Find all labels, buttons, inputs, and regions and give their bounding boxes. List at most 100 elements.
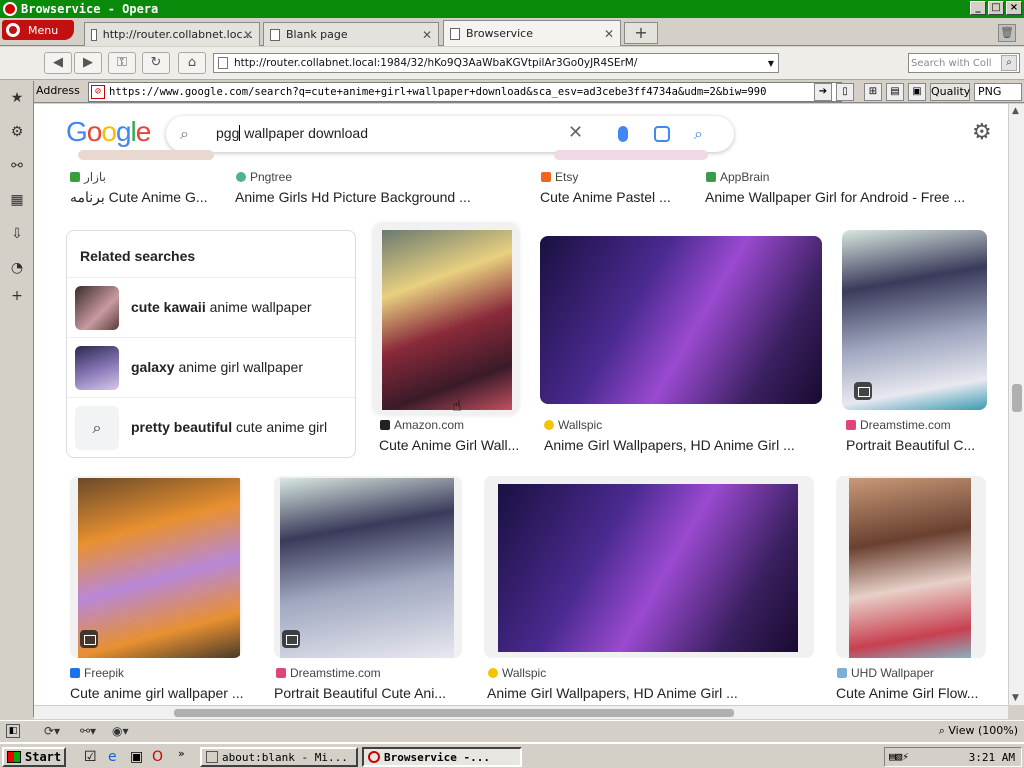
result-caption[interactable]: Anime Girl Wallpapers, HD Anime Girl ... [544,437,824,453]
result-image-card[interactable] [484,476,814,658]
close-window-button[interactable]: × [1006,1,1022,15]
microphone-icon[interactable] [618,126,628,142]
task-about-blank[interactable]: about:blank - Mi... [200,747,358,767]
panel-toggle-icon[interactable]: ◧ [6,724,20,738]
result-image-card[interactable] [70,476,242,658]
result-source[interactable]: Freepik [70,666,124,680]
result-caption[interactable]: Portrait Beautiful Cute Ani... [274,685,456,701]
result-source[interactable]: Wallspic [544,418,602,432]
maximize-button[interactable]: □ [988,1,1004,15]
home-button[interactable]: ⌂ [178,52,206,74]
opera-icon [3,2,17,16]
result-image[interactable] [540,236,822,404]
wand-key-icon[interactable]: ⚿ [108,52,136,74]
result-image-card[interactable] [374,224,518,414]
url-field[interactable]: http://router.collabnet.local:1984/32/hK… [213,53,779,73]
result-source[interactable]: بازار [70,170,106,184]
unite-status-icon[interactable]: ⚯▾ [80,724,96,738]
internet-explorer-icon[interactable]: e [108,749,117,765]
result-image[interactable] [842,230,987,410]
result-caption[interactable]: Portrait Beautiful C... [846,437,986,453]
opera-menu-button[interactable]: Menu [2,20,74,40]
vertical-scroll-thumb[interactable] [1012,384,1022,412]
start-button[interactable]: Start [2,747,66,767]
scroll-down-icon[interactable]: ▼ [1012,693,1019,703]
address-input[interactable]: ⊘ https://www.google.com/search?q=cute+a… [88,82,842,102]
result-caption[interactable]: Anime Wallpaper Girl for Android - Free … [705,189,995,205]
unite-panel-icon[interactable]: ⚯ [8,157,26,175]
quicklaunch-more-icon[interactable]: » [178,747,185,760]
reload-button[interactable]: ↻ [142,52,170,74]
horizontal-scrollbar[interactable] [34,705,1008,719]
result-image-card[interactable] [836,476,986,658]
go-arrow-icon[interactable]: ➔ [814,83,832,101]
quicklaunch-app-icon[interactable]: ▣ [130,749,143,765]
close-tab-icon[interactable]: ✕ [604,27,614,41]
add-panel-icon[interactable]: + [8,287,26,305]
vertical-scrollbar[interactable]: ▲ ▼ [1008,104,1024,705]
search-icon[interactable]: ⌕ [1001,55,1017,71]
result-source[interactable]: AppBrain [706,170,769,184]
result-source[interactable]: Wallspic [488,666,546,680]
bookmarks-panel-icon[interactable]: ★ [8,89,26,107]
related-search-rest: anime wallpaper [205,299,312,315]
result-caption[interactable]: Anime Girls Hd Picture Background ... [235,189,525,205]
find-icon[interactable]: ⊞ [864,83,882,101]
images-toggle-icon[interactable]: ◉▾ [112,724,129,738]
related-search-item[interactable]: galaxy anime girl wallpaper [67,337,355,397]
notes-panel-icon[interactable]: ▦ [8,191,26,209]
tab-blank-page[interactable]: Blank page ✕ [263,22,439,46]
clear-search-icon[interactable]: ✕ [568,122,583,143]
clock[interactable]: 3:21 AM [969,751,1015,764]
google-search-box[interactable]: ⌕ pgg wallpaper download ✕ ⌕ [166,116,734,152]
search-query[interactable]: pgg wallpaper download [216,125,368,141]
search-field[interactable]: Search with Coll ⌕ [908,53,1020,73]
result-source[interactable]: Pngtree [236,170,292,184]
result-caption[interactable]: Anime Girl Wallpapers, HD Anime Girl ... [487,685,767,701]
horizontal-scroll-thumb[interactable] [174,709,734,717]
result-image-card[interactable] [274,476,462,658]
history-panel-icon[interactable]: ◔ [8,259,26,277]
zoom-indicator[interactable]: ⌕ View (100%) [939,724,1018,738]
format-select[interactable]: PNG [974,83,1022,101]
clipboard-icon[interactable]: ▤ [886,83,904,101]
turbo-icon[interactable]: ⟳▾ [44,724,60,738]
back-button[interactable]: ◀ [44,52,72,74]
result-source[interactable]: Dreamstime.com [846,418,951,432]
result-caption[interactable]: برنامه Cute Anime G... [70,189,242,206]
google-lens-icon[interactable] [654,126,670,142]
widgets-panel-icon[interactable]: ⚙ [8,123,26,141]
result-source[interactable]: UHD Wallpaper [837,666,934,680]
tab-router[interactable]: http://router.collabnet.loc... ✕ [84,22,260,46]
search-submit-icon[interactable]: ⌕ [694,124,703,144]
downloads-panel-icon[interactable]: ⇩ [8,225,26,243]
result-source[interactable]: Dreamstime.com [276,666,381,680]
trash-icon[interactable]: 🗑 [998,24,1016,42]
related-search-item[interactable]: ⌕ pretty beautiful cute anime girl [67,397,355,457]
forward-button[interactable]: ▶ [74,52,102,74]
close-tab-icon[interactable]: ✕ [422,28,432,42]
bookmark-icon[interactable]: ▯ [836,83,854,101]
result-caption[interactable]: Cute Anime Girl Wall... [379,437,521,453]
opera-quicklaunch-icon[interactable]: O [152,749,163,765]
scroll-up-icon[interactable]: ▲ [1012,106,1019,116]
url-dropdown-icon[interactable]: ▼ [768,59,774,68]
google-logo[interactable]: Google [66,116,151,148]
result-image[interactable] [78,150,214,160]
result-caption[interactable]: Cute Anime Girl Flow... [836,685,986,701]
paste-icon[interactable]: ▣ [908,83,926,101]
result-caption[interactable]: Cute anime girl wallpaper ... [70,685,248,701]
related-search-item[interactable]: cute kawaii anime wallpaper [67,277,355,337]
minimize-button[interactable]: _ [970,1,986,15]
result-image[interactable] [554,150,708,160]
result-caption[interactable]: Cute Anime Pastel ... [540,189,690,205]
result-source[interactable]: Amazon.com [380,418,464,432]
quicklaunch-tool-icon[interactable]: ☑ [84,749,97,765]
close-tab-icon[interactable]: ✕ [243,28,253,42]
task-browservice[interactable]: Browservice -... [362,747,522,767]
settings-gear-icon[interactable]: ⚙ [972,120,992,145]
tray-icons[interactable]: ▤▧⚡ [889,750,909,763]
result-source[interactable]: Etsy [541,170,578,184]
new-tab-button[interactable]: + [624,22,658,44]
tab-browservice[interactable]: Browservice ✕ [443,20,621,46]
